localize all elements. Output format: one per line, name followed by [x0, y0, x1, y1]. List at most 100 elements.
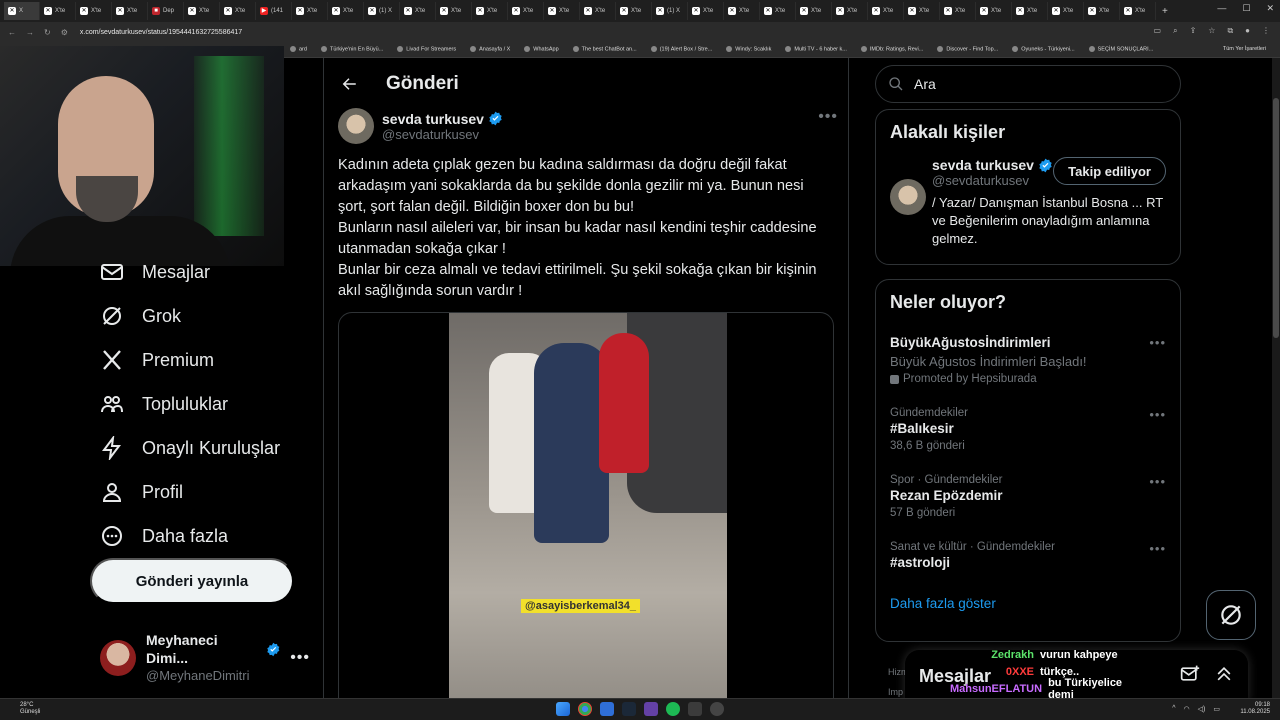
- browser-tab[interactable]: ✕ X'te: [436, 2, 472, 20]
- sidebar-item-topluluklar[interactable]: Topluluklar: [90, 382, 310, 426]
- forward-icon[interactable]: →: [26, 28, 34, 37]
- sidebar-item-daha-fazla[interactable]: Daha fazla: [90, 514, 310, 558]
- related-avatar[interactable]: [890, 179, 926, 215]
- browser-tab[interactable]: ✕ X'te: [292, 2, 328, 20]
- browser-tab[interactable]: ■ Dep: [148, 2, 184, 20]
- grok-floating-button[interactable]: [1206, 590, 1256, 640]
- author-name[interactable]: sevda turkusev: [382, 111, 484, 127]
- wifi-icon[interactable]: ◠: [1184, 705, 1190, 713]
- show-more-link[interactable]: Daha fazla göster: [876, 596, 1180, 611]
- browser-tab[interactable]: ✕ X'te: [112, 2, 148, 20]
- bookmark-star-icon[interactable]: ☆: [1208, 26, 1215, 36]
- following-button[interactable]: Takip ediliyor: [1053, 157, 1166, 185]
- browser-tab[interactable]: ▶ (141: [256, 2, 292, 20]
- browser-tab[interactable]: ✕ X'te: [40, 2, 76, 20]
- minimize-icon[interactable]: —: [1217, 3, 1226, 14]
- back-arrow-icon[interactable]: [340, 75, 358, 93]
- expand-up-icon[interactable]: [1214, 664, 1234, 684]
- browser-tab[interactable]: ✕ X'te: [796, 2, 832, 20]
- all-bookmarks[interactable]: Tüm Yer İşaretleri: [1223, 46, 1266, 52]
- author-avatar[interactable]: [338, 108, 374, 144]
- battery-icon[interactable]: ▭: [1213, 705, 1220, 713]
- trend-more-icon[interactable]: •••: [1149, 407, 1166, 422]
- sidebar-item-grok[interactable]: Grok: [90, 294, 310, 338]
- weather-widget[interactable]: 28°C Güneşli: [20, 702, 40, 716]
- account-switcher[interactable]: Meyhaneci Dimi... @MeyhaneDimitri •••: [100, 632, 310, 683]
- steam-icon[interactable]: [622, 702, 636, 716]
- trend-item[interactable]: Sanat ve kültür · Gündemdekiler #astrolo…: [876, 541, 1180, 570]
- bookmark-item[interactable]: IMDb: Ratings, Revi...: [860, 46, 923, 53]
- trend-item[interactable]: Spor · Gündemdekiler Rezan Epözdemir 57 …: [876, 474, 1180, 519]
- post-media[interactable]: @asayisberkemal34_: [338, 312, 834, 712]
- search-box[interactable]: [875, 65, 1181, 103]
- browser-tab[interactable]: ✕ X'te: [688, 2, 724, 20]
- trend-more-icon[interactable]: •••: [1149, 474, 1166, 489]
- browser-tab[interactable]: ✕ X'te: [976, 2, 1012, 20]
- search-input[interactable]: [914, 76, 1154, 92]
- obs-icon[interactable]: [710, 702, 724, 716]
- browser-tab[interactable]: ✕ X'te: [1012, 2, 1048, 20]
- browser-tab[interactable]: ✕ X: [4, 2, 40, 20]
- browser-tab[interactable]: ✕ (1) X: [652, 2, 688, 20]
- related-name[interactable]: sevda turkusev: [932, 157, 1034, 173]
- bookmark-item[interactable]: WhatsApp: [524, 46, 559, 53]
- back-icon[interactable]: ←: [8, 28, 16, 37]
- browser-tab[interactable]: ✕ X'te: [400, 2, 436, 20]
- video-player[interactable]: @asayisberkemal34_: [449, 313, 727, 711]
- trend-item[interactable]: Gündemdekiler #Balıkesir 38,6 B gönderi …: [876, 407, 1180, 452]
- browser-tab[interactable]: ✕ X'te: [760, 2, 796, 20]
- browser-tab[interactable]: ✕ X'te: [76, 2, 112, 20]
- browser-tab[interactable]: ✕ X'te: [580, 2, 616, 20]
- browser-tab[interactable]: ✕ (1) X: [364, 2, 400, 20]
- bookmark-item[interactable]: Oyuneks - Türkiyeni...: [1012, 46, 1075, 53]
- more-dots-icon[interactable]: •••: [290, 649, 310, 667]
- browser-tab[interactable]: ✕ X'te: [868, 2, 904, 20]
- trend-item-promoted[interactable]: BüyükAğustosİndirimleri Büyük Ağustos İn…: [876, 335, 1180, 385]
- cast-icon[interactable]: ▭: [1154, 26, 1162, 36]
- browser-tab[interactable]: ✕ X'te: [328, 2, 364, 20]
- bookmark-item[interactable]: ard: [290, 46, 307, 53]
- app-icon[interactable]: [688, 702, 702, 716]
- maximize-icon[interactable]: ☐: [1242, 3, 1250, 14]
- volume-icon[interactable]: ◁): [1198, 705, 1206, 713]
- scrollbar-thumb[interactable]: [1273, 98, 1279, 338]
- browser-tab[interactable]: ✕ X'te: [472, 2, 508, 20]
- browser-tab[interactable]: ✕ X'te: [616, 2, 652, 20]
- close-window-icon[interactable]: ✕: [1266, 3, 1274, 14]
- browser-tab[interactable]: ✕ X'te: [1048, 2, 1084, 20]
- bookmark-item[interactable]: Türkiye'nin En Büyü...: [320, 46, 383, 53]
- sidebar-item-onaylı-kuruluşlar[interactable]: Onaylı Kuruluşlar: [90, 426, 310, 470]
- bookmark-item[interactable]: Multi TV - 6 haber k...: [785, 46, 847, 53]
- sidebar-item-premium[interactable]: Premium: [90, 338, 310, 382]
- bookmark-item[interactable]: Windy: Scaklık: [726, 46, 771, 53]
- bookmark-item[interactable]: SEÇİM SONUÇLARI...: [1088, 46, 1153, 53]
- author-handle[interactable]: @sevdaturkusev: [382, 127, 503, 142]
- browser-tab[interactable]: ✕ X'te: [904, 2, 940, 20]
- browser-tab[interactable]: ✕ X'te: [220, 2, 256, 20]
- trend-more-icon[interactable]: •••: [1149, 541, 1166, 556]
- browser-tab[interactable]: ✕ X'te: [544, 2, 580, 20]
- bookmark-item[interactable]: Anasayfa / X: [470, 46, 510, 53]
- browser-tab[interactable]: ✕ X'te: [184, 2, 220, 20]
- zoom-icon[interactable]: ⌕: [1173, 26, 1177, 36]
- spotify-icon[interactable]: [666, 702, 680, 716]
- share-icon[interactable]: ⇪: [1190, 26, 1197, 36]
- browser-tab[interactable]: ✕ X'te: [832, 2, 868, 20]
- bookmark-item[interactable]: Discover - Find Top...: [937, 46, 998, 53]
- file-explorer-icon[interactable]: [600, 702, 614, 716]
- clock[interactable]: 09:18 11.08.2025: [1240, 702, 1270, 716]
- browser-tab[interactable]: ✕ X'te: [1120, 2, 1156, 20]
- chrome-icon[interactable]: [578, 702, 592, 716]
- tray-chevron-icon[interactable]: ^: [1172, 705, 1175, 713]
- profile-icon[interactable]: ●: [1245, 26, 1250, 36]
- bookmark-item[interactable]: Livad For Streamers: [397, 46, 456, 53]
- browser-tab[interactable]: ✕ X'te: [724, 2, 760, 20]
- site-info-icon[interactable]: ⚙: [61, 28, 68, 37]
- url-text[interactable]: x.com/sevdaturkusev/status/1954441632725…: [80, 29, 242, 36]
- trend-more-icon[interactable]: •••: [1149, 335, 1166, 350]
- start-icon[interactable]: [556, 702, 570, 716]
- browser-tab[interactable]: ✕ X'te: [1084, 2, 1120, 20]
- post-more-icon[interactable]: •••: [818, 108, 838, 126]
- sidebar-item-profil[interactable]: Profil: [90, 470, 310, 514]
- bookmark-item[interactable]: (19) Alert Box / Stre...: [650, 46, 712, 53]
